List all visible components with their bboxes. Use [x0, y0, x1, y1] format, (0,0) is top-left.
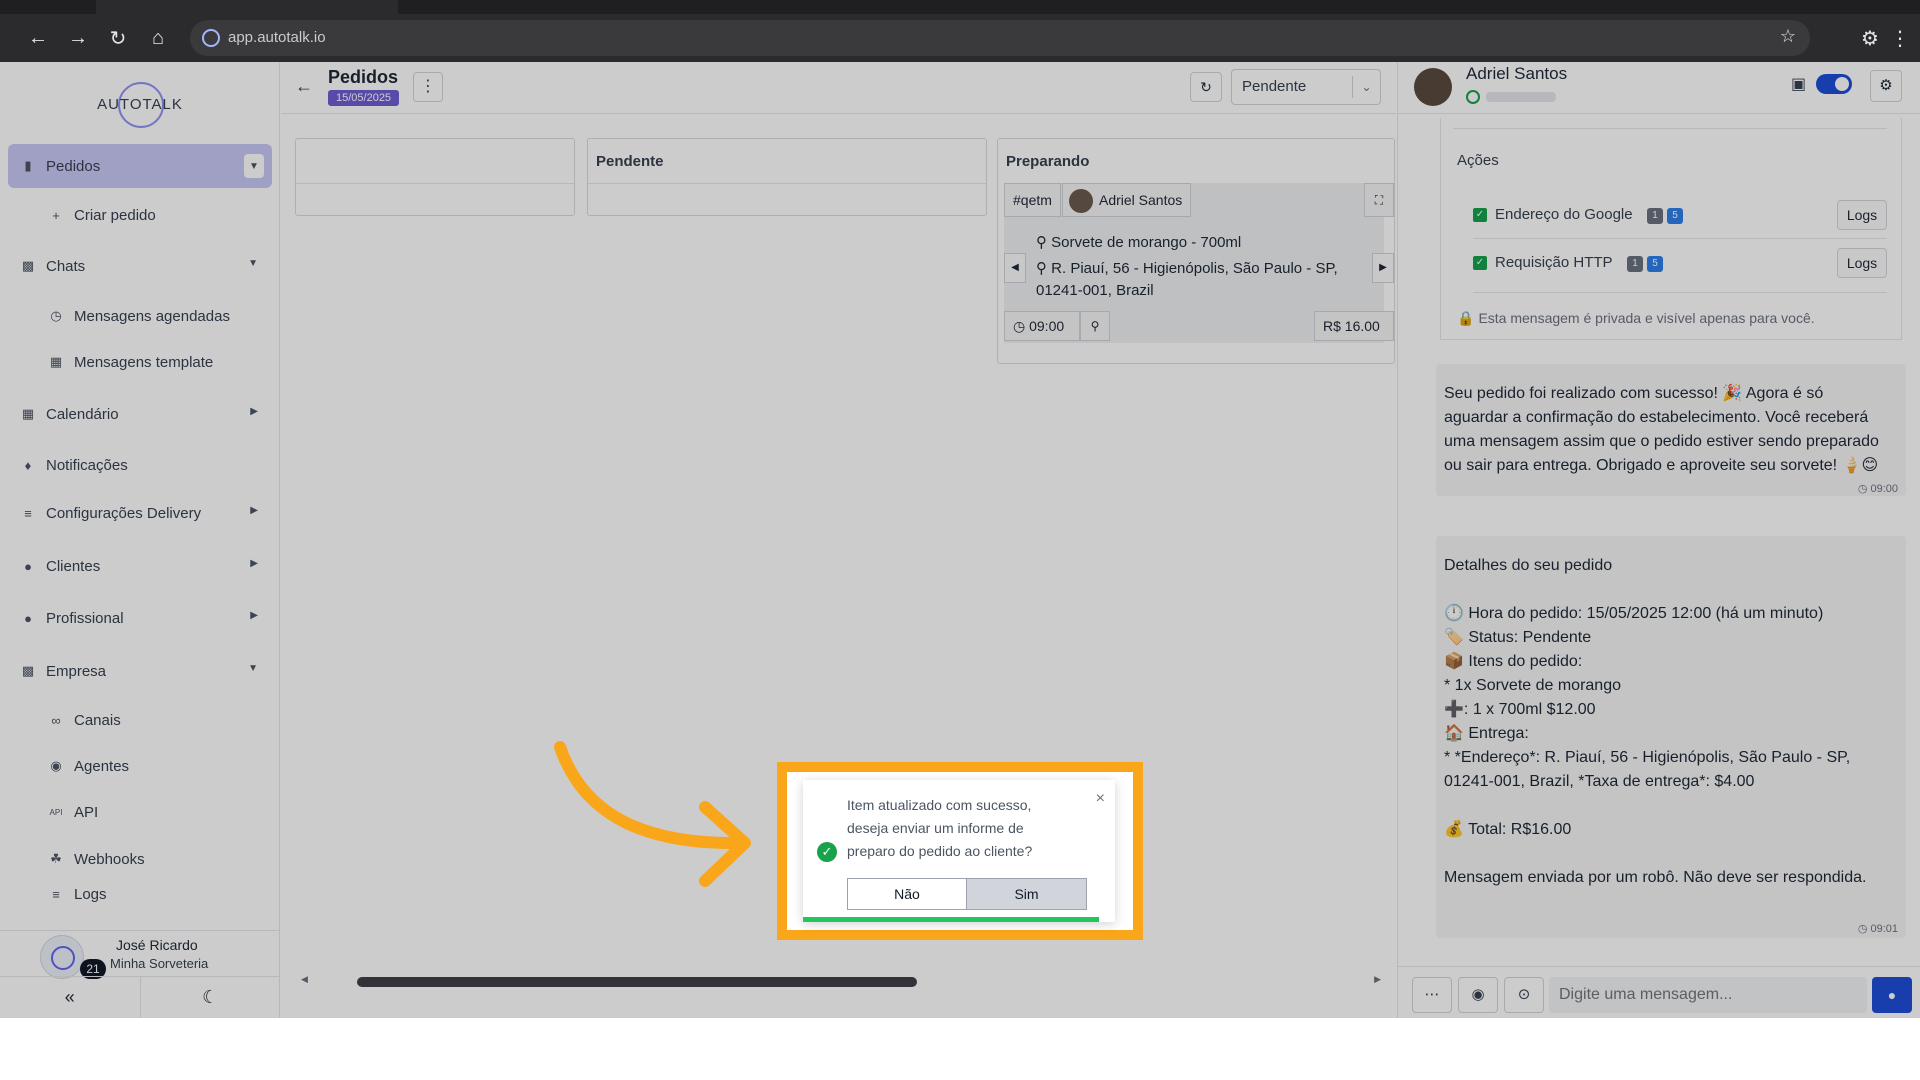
reload-icon[interactable]: ↻	[104, 24, 132, 52]
browser-menu-icon[interactable]: ⋮	[1886, 24, 1914, 52]
close-icon[interactable]: ×	[1096, 790, 1105, 808]
browser-toolbar: ← → ↻ ⌂ app.autotalk.io ☆ ⚙ ⋮	[0, 14, 1920, 62]
success-check-icon: ✓	[817, 842, 837, 862]
no-button[interactable]: Não	[847, 878, 967, 910]
address-bar[interactable]: app.autotalk.io ☆	[190, 20, 1810, 56]
tutorial-arrow-icon	[554, 741, 751, 887]
yes-button[interactable]: Sim	[967, 878, 1087, 910]
extensions-icon[interactable]: ⚙	[1856, 24, 1884, 52]
browser-active-tab[interactable]	[96, 0, 398, 14]
bottom-blank	[0, 1018, 1920, 1080]
browser-tabstrip	[0, 0, 1920, 14]
confirmation-toast: ✓ Item atualizado com sucesso, deseja en…	[803, 780, 1115, 922]
bookmark-star-icon[interactable]: ☆	[1780, 26, 1796, 47]
toast-message: Item atualizado com sucesso, deseja envi…	[847, 797, 1033, 859]
home-icon[interactable]: ⌂	[144, 24, 172, 52]
forward-icon[interactable]: →	[64, 24, 92, 52]
back-icon[interactable]: ←	[24, 24, 52, 52]
toast-progress-bar	[803, 917, 1100, 922]
url-text: app.autotalk.io	[228, 29, 326, 46]
site-icon	[202, 29, 220, 47]
